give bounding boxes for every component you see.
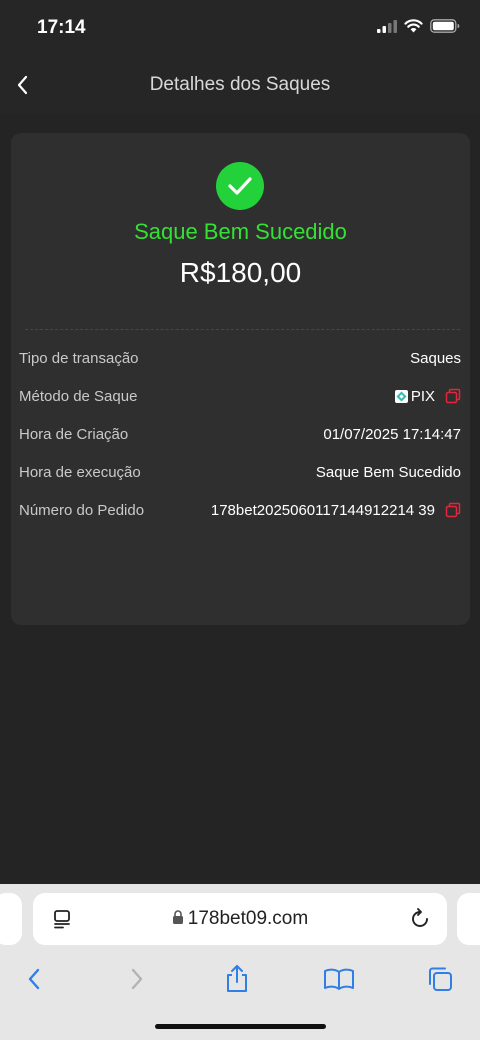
wifi-icon [404, 19, 423, 33]
detail-row-executed-at: Hora de execução Saque Bem Sucedido [19, 460, 461, 484]
pix-logo-icon [394, 389, 408, 403]
detail-value: Saques [410, 350, 461, 367]
copy-order-number-button[interactable] [445, 502, 461, 518]
detail-value: 178bet2025060117144912214 39 [211, 502, 461, 519]
withdrawal-details-card: Saque Bem Sucedido R$180,00 Tipo de tran… [11, 133, 470, 625]
withdrawal-method-value: PIX [410, 387, 435, 405]
withdrawal-status: Saque Bem Sucedido [134, 219, 347, 244]
previous-tab-preview[interactable] [0, 893, 22, 945]
page-header: Detalhes dos Saques [0, 56, 480, 114]
url-text: 178bet09.com [187, 908, 309, 929]
detail-label: Número do Pedido [19, 501, 145, 519]
browser-forward-button[interactable] [117, 962, 157, 996]
divider [25, 329, 460, 330]
copy-method-button[interactable] [445, 388, 461, 404]
lock-icon [172, 910, 183, 924]
transaction-type-value: Saques [410, 349, 461, 367]
signal-icon [377, 19, 397, 33]
home-indicator [155, 1024, 326, 1029]
chevron-left-icon [28, 968, 40, 990]
detail-label: Hora de Criação [19, 425, 129, 443]
tabs-button[interactable] [420, 962, 460, 996]
browser-back-button[interactable] [14, 962, 54, 996]
reload-button[interactable] [407, 906, 433, 932]
reload-icon [412, 908, 428, 927]
url-display[interactable]: 178bet09.com [33, 908, 447, 930]
detail-row-order-number: Número do Pedido 178bet20250601171449122… [19, 498, 461, 522]
detail-row-transaction-type: Tipo de transação Saques [19, 346, 461, 370]
status-bar: 17:14 [0, 0, 480, 56]
book-icon [324, 968, 354, 990]
executed-at-value: Saque Bem Sucedido [315, 463, 461, 481]
detail-row-created-at: Hora de Criação 01/07/2025 17:14:47 [19, 422, 461, 446]
copy-icon [445, 502, 461, 518]
share-icon [227, 965, 247, 992]
chevron-right-icon [131, 968, 143, 990]
detail-value: PIX [394, 387, 461, 405]
bookmarks-button[interactable] [319, 962, 359, 996]
detail-value: Saque Bem Sucedido [316, 464, 461, 481]
detail-value: 01/07/2025 17:14:47 [323, 426, 461, 443]
detail-label: Tipo de transação [19, 349, 139, 367]
order-number-value: 178bet2025060117144912214 39 [210, 501, 435, 519]
share-button[interactable] [217, 962, 257, 996]
detail-row-withdrawal-method: Método de Saque PIX [19, 384, 461, 408]
success-badge [216, 162, 264, 210]
status-icons [377, 19, 460, 33]
browser-toolbar: 178bet09.com [0, 884, 480, 1040]
withdrawal-amount: R$180,00 [179, 257, 302, 288]
tabs-icon [429, 967, 452, 991]
next-tab-preview[interactable] [457, 893, 480, 945]
address-bar[interactable]: 178bet09.com [33, 893, 447, 945]
status-time: 17:14 [37, 17, 86, 38]
copy-icon [445, 388, 461, 404]
battery-icon [430, 19, 460, 33]
detail-label: Método de Saque [19, 387, 138, 405]
checkmark-icon [228, 177, 252, 195]
detail-label: Hora de execução [19, 463, 141, 481]
created-at-value: 01/07/2025 17:14:47 [323, 425, 461, 443]
page-title: Detalhes dos Saques [149, 74, 331, 95]
